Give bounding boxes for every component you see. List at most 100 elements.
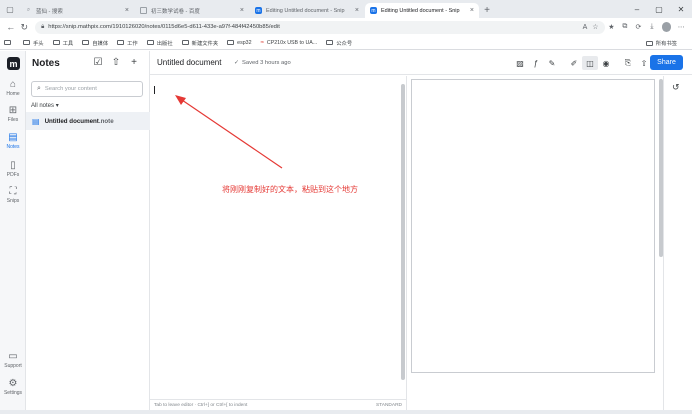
rail-item-notes[interactable]: ▤ Notes bbox=[0, 132, 26, 150]
tab-actions-icon[interactable]: ▢ bbox=[0, 0, 20, 18]
page-icon bbox=[140, 7, 147, 14]
preview-view-icon[interactable]: ◉ bbox=[598, 56, 614, 70]
share-button[interactable]: Share bbox=[650, 55, 683, 70]
rail-item-settings[interactable]: ⚙ Settings bbox=[0, 378, 26, 396]
folder-icon bbox=[23, 40, 30, 45]
bookmark-label: 工作 bbox=[127, 40, 138, 47]
formula-icon[interactable]: ƒ bbox=[528, 56, 544, 70]
preview-page bbox=[411, 79, 655, 373]
filter-label: All notes bbox=[31, 103, 55, 109]
chevron-down-icon: ▾ bbox=[55, 103, 59, 109]
browser-tab-2[interactable]: 初三数学试卷 - 百度 × bbox=[135, 3, 249, 18]
search-placeholder: Search your content bbox=[44, 86, 97, 92]
close-icon[interactable]: × bbox=[355, 7, 359, 14]
select-icon[interactable]: ☑ bbox=[89, 57, 107, 68]
upload-icon[interactable]: ⇧ bbox=[107, 57, 125, 68]
url-input[interactable]: 🔒︎ https://snip.mathpix.com/1910126020/n… bbox=[35, 20, 605, 34]
window-controls: – ▢ ✕ bbox=[626, 0, 692, 18]
rail-item-support[interactable]: ▭ Support bbox=[0, 351, 26, 369]
editor-toolbar: ▨ ƒ ✎ ✐ ◫ ◉ ⎘ ⇧ bbox=[512, 56, 652, 70]
document-title[interactable]: Untitled document bbox=[157, 58, 221, 67]
notes-panel: Notes ☑ ⇧ + ⌕ Search your content All no… bbox=[26, 51, 150, 410]
footer-hint: Tab to leave editor · Ctrl+] or Ctrl+[ t… bbox=[154, 402, 248, 408]
snip-icon: ⛶ bbox=[9, 186, 17, 197]
close-icon[interactable]: × bbox=[470, 7, 474, 14]
rail-item-home[interactable]: ⌂ Home bbox=[0, 79, 26, 97]
reader-icon[interactable]: A bbox=[583, 24, 588, 31]
sync-icon[interactable]: ⟳ bbox=[632, 23, 646, 31]
bookmark-label: 公众号 bbox=[336, 40, 353, 47]
close-icon[interactable]: × bbox=[125, 7, 129, 14]
bookmark-folder[interactable]: 公众号 bbox=[326, 39, 352, 47]
markdown-editor[interactable]: Tab to leave editor · Ctrl+] or Ctrl+[ t… bbox=[150, 76, 407, 410]
bookmark-label: 自媒体 bbox=[92, 40, 109, 47]
back-icon[interactable]: ← bbox=[4, 22, 18, 32]
rail-item-files[interactable]: ⊞ Files bbox=[0, 105, 26, 123]
note-name: Untitled document bbox=[44, 117, 99, 125]
bookmark-folder[interactable]: esp32 bbox=[227, 39, 252, 46]
avatar[interactable] bbox=[661, 22, 672, 32]
notes-filter-dropdown[interactable]: All notes ▾ bbox=[31, 102, 59, 109]
gear-icon: ⚙ bbox=[8, 378, 18, 389]
split-view-icon[interactable]: ◫ bbox=[582, 56, 598, 70]
bookmark-folder[interactable]: 出版社 bbox=[146, 39, 173, 47]
minimize-icon[interactable]: – bbox=[626, 5, 648, 14]
browser-tab-3[interactable]: m Editing Untitled document - Snip × bbox=[250, 3, 364, 18]
support-icon: ▭ bbox=[8, 351, 18, 362]
bookmark-folder[interactable]: 工作 bbox=[117, 39, 138, 47]
close-window-icon[interactable]: ✕ bbox=[670, 5, 692, 14]
rail-label: Settings bbox=[3, 390, 23, 396]
tab-label: 初三数学试卷 - 百度 bbox=[151, 8, 200, 15]
notes-title: Notes bbox=[32, 58, 60, 69]
tab-label: 蓝仙 - 搜索 bbox=[36, 8, 63, 15]
downloads-icon[interactable]: ⤓ bbox=[645, 23, 659, 31]
annotation-text: 将刚刚复制好的文本，粘贴到这个地方 bbox=[222, 185, 358, 194]
browser-tab-1[interactable]: ⌕ 蓝仙 - 搜索 × bbox=[20, 3, 134, 18]
add-note-icon[interactable]: + bbox=[125, 57, 143, 68]
reload-icon[interactable]: ↻ bbox=[18, 22, 32, 33]
folder-icon bbox=[326, 40, 334, 45]
star-icon[interactable]: ☆ bbox=[592, 23, 598, 31]
rail-label: Home bbox=[6, 91, 20, 97]
close-icon[interactable]: × bbox=[240, 7, 244, 14]
bookmark-apps[interactable] bbox=[4, 40, 14, 45]
bookmark-folder[interactable]: 新建文件夹 bbox=[181, 39, 218, 47]
extensions-icon[interactable]: ⧉ bbox=[618, 23, 632, 31]
rail-item-snips[interactable]: ⛶ Snips bbox=[0, 186, 26, 204]
mathpix-logo[interactable]: m bbox=[7, 57, 20, 70]
browser-tab-4[interactable]: m Editing Untitled document - Snip × bbox=[365, 3, 479, 18]
check-circle-icon: ✓ bbox=[234, 60, 240, 66]
bookmark-label: esp32 bbox=[237, 39, 252, 46]
edit-view-icon[interactable]: ✐ bbox=[566, 56, 582, 70]
bookmark-folder[interactable]: 手头 bbox=[23, 39, 44, 47]
apps-icon bbox=[4, 40, 11, 45]
url-text: https://snip.mathpix.com/1910126020/note… bbox=[48, 24, 280, 30]
bookmark-label: 手头 bbox=[33, 40, 44, 47]
editor-scrollbar[interactable] bbox=[401, 84, 405, 380]
rail-item-pdfs[interactable]: ▯ PDFs bbox=[0, 160, 26, 178]
export-icon[interactable]: ⎘ bbox=[620, 56, 636, 70]
editor-mode[interactable]: STANDARD bbox=[376, 403, 402, 408]
menu-icon[interactable]: ⋯ bbox=[674, 23, 688, 31]
image-icon[interactable]: ▨ bbox=[512, 56, 528, 70]
note-list-item[interactable]: ▤ Untitled document .note bbox=[26, 112, 150, 130]
bookmarks-bar: 手头 工具 自媒体 工作 出版社 新建文件夹 esp32 ≈ CP210x USB… bbox=[0, 36, 692, 50]
notes-actions: ☑ ⇧ + bbox=[89, 57, 143, 68]
search-icon: ⌕ bbox=[26, 7, 31, 13]
new-tab-button[interactable]: + bbox=[480, 3, 494, 18]
star-filled-icon[interactable]: ★ bbox=[605, 23, 619, 31]
history-icon[interactable]: ↺ bbox=[672, 82, 680, 93]
home-icon: ⌂ bbox=[9, 79, 17, 90]
rail-label: Files bbox=[7, 117, 19, 123]
bookmark-link[interactable]: ≈ CP210x USB to UA... bbox=[261, 40, 318, 46]
saved-status: ✓ Saved 3 hours ago bbox=[234, 59, 291, 67]
notes-icon: ▤ bbox=[8, 132, 18, 143]
search-input[interactable]: ⌕ Search your content bbox=[31, 81, 143, 97]
browser-tab-strip: ▢ ⌕ 蓝仙 - 搜索 × 初三数学试卷 - 百度 × m Editing Un… bbox=[0, 0, 692, 18]
all-bookmarks[interactable]: 所有书签 bbox=[645, 36, 677, 50]
bookmark-folder[interactable]: 工具 bbox=[52, 39, 73, 47]
handwriting-icon[interactable]: ✎ bbox=[544, 56, 560, 70]
bookmark-folder[interactable]: 自媒体 bbox=[82, 39, 108, 47]
maximize-icon[interactable]: ▢ bbox=[648, 5, 670, 14]
rail-label: Support bbox=[4, 363, 22, 369]
